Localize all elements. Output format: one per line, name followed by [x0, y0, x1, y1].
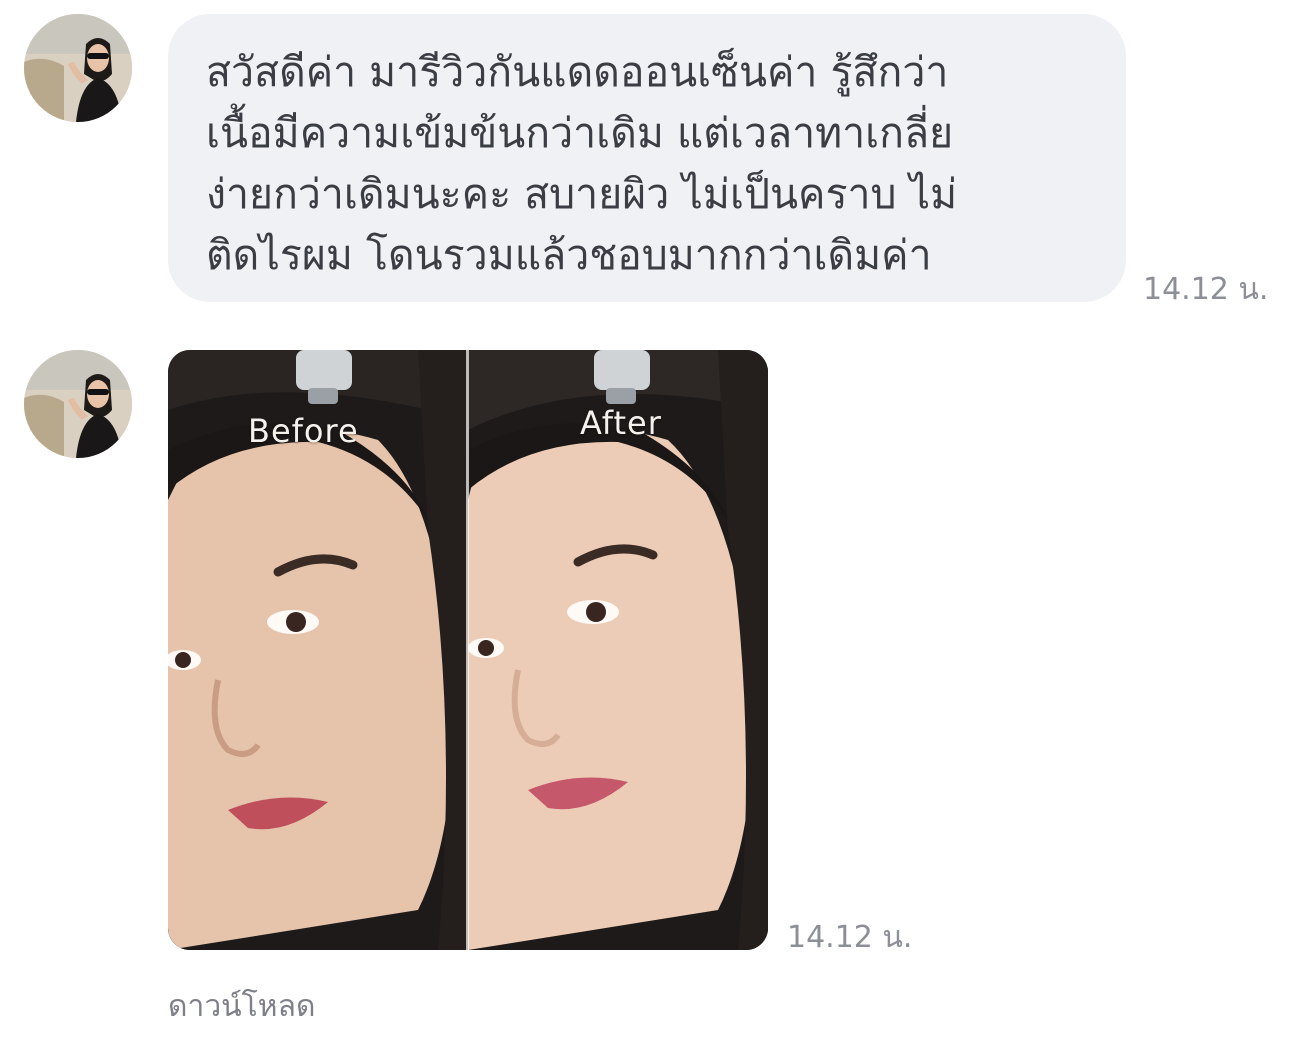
- message-bubble[interactable]: สวัสดีค่า มารีวิวกันแดดออนเซ็นค่า รู้สึก…: [168, 14, 1126, 302]
- before-label: Before: [248, 412, 359, 450]
- message-text-line: เนื้อมีความเข้มข้นกว่าเดิม แต่เวลาทาเกลี…: [206, 109, 954, 157]
- before-after-photo[interactable]: Before After: [168, 350, 768, 950]
- message-text-line: ง่ายกว่าเดิมนะคะ สบายผิว ไม่เป็นคราบ ไม่: [206, 170, 958, 218]
- after-label: After: [580, 404, 662, 442]
- message-text-line: ติดไรผม โดนรวมแล้วชอบมากกว่าเดิมค่า: [206, 231, 932, 279]
- message-timestamp: 14.12 น.: [787, 920, 913, 955]
- sender-avatar[interactable]: [24, 350, 132, 458]
- download-link[interactable]: ดาวน์โหลด: [168, 983, 315, 1030]
- message-timestamp: 14.12 น.: [1143, 272, 1269, 307]
- message-text-line: สวัสดีค่า มารีวิวกันแดดออนเซ็นค่า รู้สึก…: [206, 48, 949, 96]
- sender-avatar[interactable]: [24, 14, 132, 122]
